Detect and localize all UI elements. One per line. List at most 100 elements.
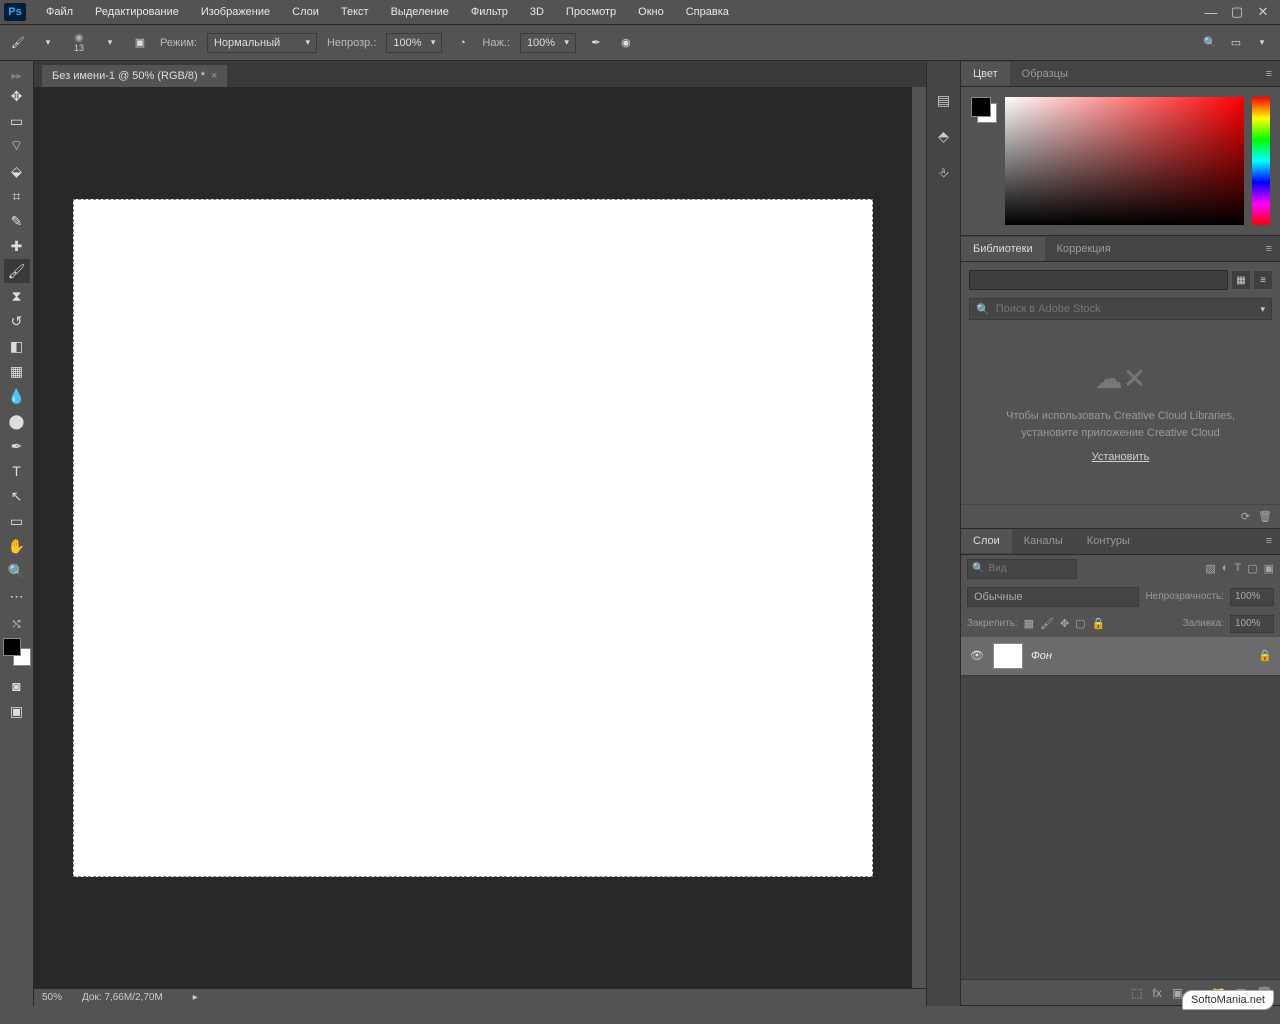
layer-name[interactable]: Фон [1031,650,1250,662]
shape-tool[interactable]: ▭ [4,509,30,533]
collapse-icon[interactable]: ▸▸ [11,69,21,84]
swap-colors-icon[interactable]: ⤭ [4,617,30,631]
menu-view[interactable]: Просмотр [556,2,626,22]
cloud-sync-icon[interactable]: ⟳ [1241,510,1250,523]
lock-position-icon[interactable]: ✥ [1060,617,1069,630]
chevron-down-icon[interactable]: ▾ [1252,33,1272,53]
zoom-tool[interactable]: 🔍 [4,559,30,583]
layer-fill-input[interactable]: 100% [1230,615,1274,633]
vertical-scrollbar[interactable] [912,87,926,988]
healing-tool[interactable]: ✚ [4,234,30,258]
lock-artboard-icon[interactable]: ▢ [1075,617,1085,630]
tab-libraries[interactable]: Библиотеки [961,237,1045,261]
filter-adjust-icon[interactable]: ◐ [1222,562,1229,575]
brush-tool[interactable]: 🖌 [4,259,30,283]
canvas[interactable] [73,199,873,877]
chevron-down-icon[interactable]: ▾ [1260,304,1265,315]
tab-adjustments[interactable]: Коррекция [1045,237,1123,261]
workspace-switcher[interactable]: ▭ [1226,33,1246,53]
gradient-tool[interactable]: ▦ [4,359,30,383]
menu-select[interactable]: Выделение [381,2,459,22]
hue-slider[interactable] [1252,97,1270,225]
tab-layers[interactable]: Слои [961,529,1012,553]
visibility-icon[interactable]: 👁 [969,649,985,662]
stamp-tool[interactable]: ⧗ [4,284,30,308]
opacity-input[interactable]: 100%▾ [386,33,442,53]
layer-blend-dropdown[interactable]: Обычные [967,587,1139,607]
tab-paths[interactable]: Контуры [1075,529,1142,553]
tab-channels[interactable]: Каналы [1012,529,1075,553]
move-tool[interactable]: ✥ [4,84,30,108]
eraser-tool[interactable]: ◧ [4,334,30,358]
history-brush-tool[interactable]: ↺ [4,309,30,333]
color-preview[interactable] [971,97,997,123]
minimize-button[interactable]: — [1198,2,1224,22]
lock-pixels-icon[interactable]: 🖌 [1040,617,1054,630]
tab-swatches[interactable]: Образцы [1010,62,1080,86]
maximize-button[interactable]: ▢ [1224,2,1250,22]
menu-text[interactable]: Текст [331,2,379,22]
tab-color[interactable]: Цвет [961,62,1010,86]
airbrush-icon[interactable]: ✒ [586,33,606,53]
zoom-level[interactable]: 50% [42,992,62,1003]
link-layers-icon[interactable]: ⬚ [1131,986,1142,1000]
more-tools[interactable]: ⋯ [4,584,30,608]
dodge-tool[interactable]: ⬤ [4,409,30,433]
layer-fx-icon[interactable]: fx [1153,986,1162,1000]
layer-thumbnail[interactable] [993,643,1023,669]
lock-transparent-icon[interactable]: ▦ [1024,617,1034,630]
quick-select-tool[interactable]: ⬙ [4,159,30,183]
type-tool[interactable]: T [4,459,30,483]
panel-menu-icon[interactable]: ≡ [1258,535,1280,547]
foreground-color-swatch[interactable] [3,638,21,656]
flow-input[interactable]: 100%▾ [520,33,576,53]
screenmode-tool[interactable]: ▣ [4,699,30,723]
layer-opacity-input[interactable]: 100% [1230,588,1274,606]
close-button[interactable]: ✕ [1250,2,1276,22]
layer-filter-dropdown[interactable]: 🔍 [967,559,1077,579]
menu-window[interactable]: Окно [628,2,674,22]
panel-menu-icon[interactable]: ≡ [1258,243,1280,255]
properties-panel-icon[interactable]: ⬘ [933,125,955,147]
lasso-tool[interactable]: ⌔ [4,134,30,158]
filter-smart-icon[interactable]: ▣ [1264,562,1274,575]
crop-tool[interactable]: ⌗ [4,184,30,208]
path-select-tool[interactable]: ↖ [4,484,30,508]
library-search-input[interactable] [996,303,1255,315]
canvas-background[interactable] [34,87,912,988]
status-chevron-icon[interactable]: ▸ [193,992,198,1003]
character-panel-icon[interactable]: ⎀ [933,161,955,183]
document-tab[interactable]: Без имени-1 @ 50% (RGB/8) * × [42,65,227,87]
history-panel-icon[interactable]: ▤ [933,89,955,111]
library-search[interactable]: 🔍 ▾ [969,298,1272,320]
chevron-down-icon[interactable]: ▾ [100,33,120,53]
menu-3d[interactable]: 3D [520,2,554,22]
brush-preset-picker[interactable]: 13 [68,32,90,54]
search-icon[interactable]: 🔍 [1200,33,1220,53]
menu-filter[interactable]: Фильтр [461,2,518,22]
library-dropdown[interactable] [969,270,1228,290]
menu-image[interactable]: Изображение [191,2,280,22]
blur-tool[interactable]: 💧 [4,384,30,408]
menu-edit[interactable]: Редактирование [85,2,189,22]
eyedropper-tool[interactable]: ✎ [4,209,30,233]
tool-preset-icon[interactable]: 🖌 [8,33,28,53]
color-field[interactable] [1005,97,1244,225]
brush-panel-toggle[interactable]: ▣ [130,33,150,53]
hand-tool[interactable]: ✋ [4,534,30,558]
layer-filter-input[interactable] [988,563,1072,574]
filter-pixel-icon[interactable]: ▨ [1205,562,1215,575]
menu-help[interactable]: Справка [676,2,739,22]
panel-menu-icon[interactable]: ≡ [1258,68,1280,80]
pen-tool[interactable]: ✒ [4,434,30,458]
pressure-size-icon[interactable]: ◉ [616,33,636,53]
menu-layers[interactable]: Слои [282,2,329,22]
chevron-down-icon[interactable]: ▾ [38,33,58,53]
close-icon[interactable]: × [211,70,217,82]
install-link[interactable]: Установить [1092,449,1150,466]
marquee-tool[interactable]: ▭ [4,109,30,133]
layer-item[interactable]: 👁 Фон 🔒 [961,637,1280,676]
list-view-icon[interactable]: ≡ [1254,271,1272,289]
filter-shape-icon[interactable]: ▢ [1247,562,1257,575]
grid-view-icon[interactable]: ▦ [1232,271,1250,289]
